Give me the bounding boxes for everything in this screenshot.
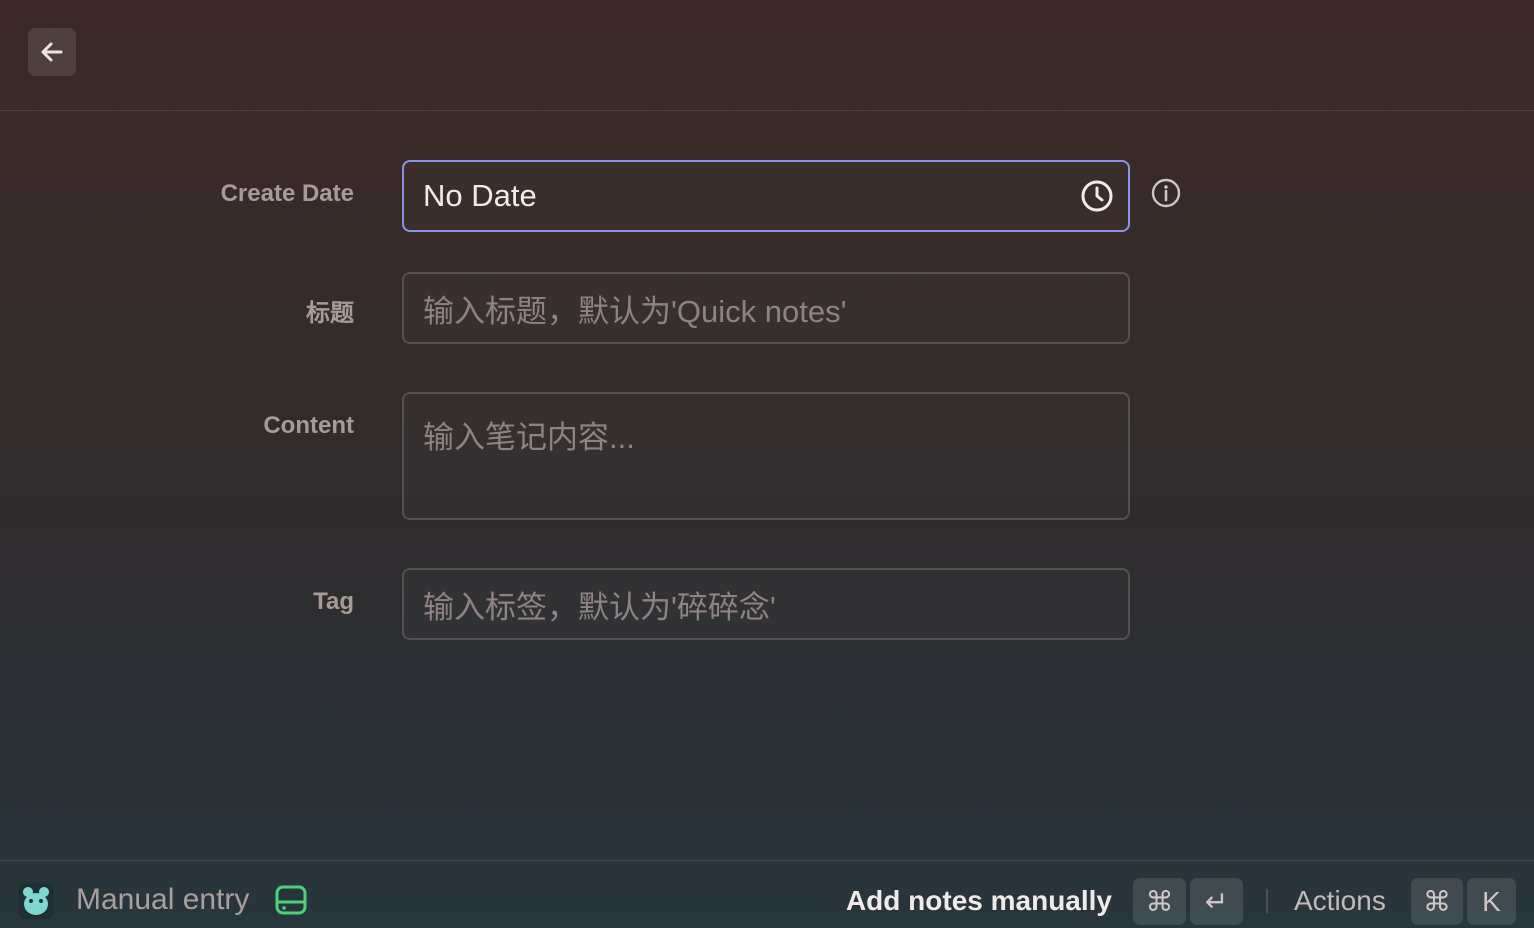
top-bar — [0, 0, 1534, 111]
k-key: K — [1467, 878, 1516, 925]
title-label: 标题 — [306, 300, 354, 327]
bear-app-icon — [18, 883, 54, 919]
action-bar: Manual entry Add notes manually ⌘ ↵ Acti… — [0, 860, 1534, 928]
content-textarea[interactable]: 输入笔记内容... — [402, 392, 1130, 520]
create-date-label: Create Date — [220, 180, 354, 207]
create-date-field[interactable]: No Date — [402, 160, 1130, 232]
tag-label: Tag — [313, 588, 354, 615]
title-input[interactable]: 输入标题，默认为'Quick notes' — [402, 272, 1130, 344]
create-date-value: No Date — [423, 178, 537, 213]
drive-icon — [275, 885, 307, 915]
enter-key: ↵ — [1190, 878, 1243, 925]
arrow-left-icon — [41, 42, 63, 62]
cmd-key: ⌘ — [1133, 878, 1186, 925]
actions-button[interactable]: Actions — [1294, 885, 1386, 917]
title-placeholder: 输入标题，默认为'Quick notes' — [423, 293, 847, 329]
content-label: Content — [263, 412, 354, 439]
tag-placeholder: 输入标签，默认为'碎碎念' — [423, 589, 776, 625]
info-icon[interactable] — [1150, 177, 1182, 209]
divider — [1266, 889, 1268, 913]
primary-action-button[interactable]: Add notes manually — [846, 885, 1112, 917]
back-button[interactable] — [28, 28, 76, 76]
tag-input[interactable]: 输入标签，默认为'碎碎念' — [402, 568, 1130, 640]
clock-icon[interactable] — [1080, 179, 1114, 213]
cmd-key: ⌘ — [1411, 878, 1463, 925]
command-title: Manual entry — [76, 883, 250, 916]
content-placeholder: 输入笔记内容... — [423, 420, 635, 455]
